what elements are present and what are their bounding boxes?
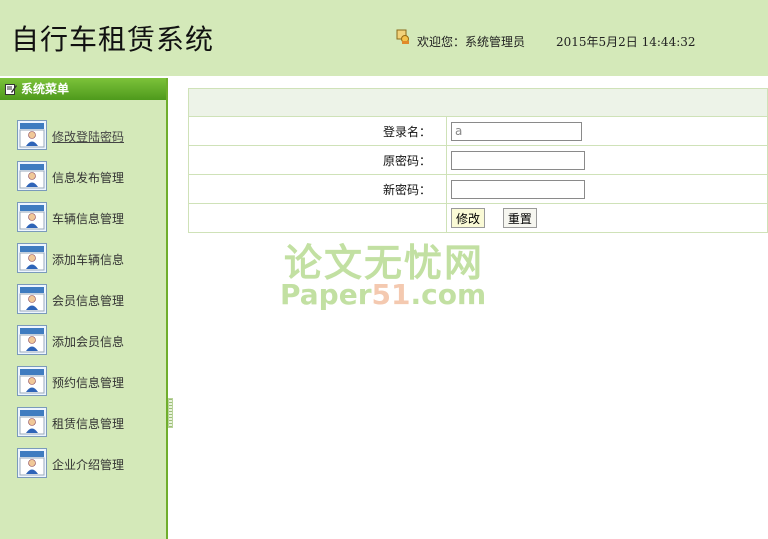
edit-icon bbox=[5, 84, 17, 95]
login-name-label: 登录名： bbox=[188, 116, 447, 146]
sidebar-item-label[interactable]: 添加车辆信息 bbox=[52, 251, 124, 268]
sidebar-title-label: 系统菜单 bbox=[21, 82, 70, 96]
sidebar: 系统菜单 修改登陆密码 信息发布管理 车辆信息管理 添加车辆信息 会员信息管理 添加会员信… bbox=[0, 78, 168, 539]
main-content: 登录名： 原密码： 新密码： 修改 重置 bbox=[188, 88, 768, 233]
user-card-icon bbox=[17, 366, 47, 396]
sidebar-item-label[interactable]: 预约信息管理 bbox=[52, 374, 124, 391]
user-card-icon bbox=[17, 120, 47, 150]
old-password-input[interactable] bbox=[451, 150, 585, 170]
new-password-label: 新密码： bbox=[188, 174, 447, 204]
sidebar-item-label[interactable]: 修改登陆密码 bbox=[52, 128, 124, 145]
form-row-login: 登录名： bbox=[188, 116, 768, 146]
watermark: 论文无忧网 Paper51.com bbox=[280, 232, 490, 312]
sidebar-title: 系统菜单 bbox=[0, 78, 166, 100]
sidebar-item[interactable]: 添加车辆信息 bbox=[0, 241, 166, 282]
reset-button[interactable]: 重置 bbox=[502, 208, 537, 228]
header: 自行车租赁系统 欢迎您：系统管理员 2015年5月2日 14:44:32 bbox=[0, 0, 768, 76]
sidebar-item-label[interactable]: 会员信息管理 bbox=[52, 292, 124, 309]
watermark-cn: 论文无忧网 bbox=[284, 241, 485, 285]
submit-button[interactable]: 修改 bbox=[451, 208, 486, 228]
user-icon bbox=[396, 29, 409, 44]
sidebar-item[interactable]: 添加会员信息 bbox=[0, 323, 166, 364]
splitter-grip[interactable] bbox=[168, 398, 173, 428]
sidebar-item[interactable]: 企业介绍管理 bbox=[0, 446, 166, 487]
form-row-new-password: 新密码： bbox=[188, 174, 768, 204]
sidebar-item[interactable]: 信息发布管理 bbox=[0, 159, 166, 200]
watermark-en: Paper51.com bbox=[280, 278, 486, 311]
sidebar-item-label[interactable]: 添加会员信息 bbox=[52, 333, 124, 350]
watermark-en-prefix: Paper bbox=[280, 278, 372, 311]
sidebar-item[interactable]: 预约信息管理 bbox=[0, 364, 166, 405]
form-row-old-password: 原密码： bbox=[188, 145, 768, 175]
user-card-icon bbox=[17, 284, 47, 314]
form-row-actions: 修改 重置 bbox=[188, 203, 768, 233]
user-card-icon bbox=[17, 407, 47, 437]
sidebar-item-label[interactable]: 租赁信息管理 bbox=[52, 415, 124, 432]
form-header-row bbox=[188, 88, 768, 117]
user-card-icon bbox=[17, 325, 47, 355]
change-password-form: 登录名： 原密码： 新密码： 修改 重置 bbox=[188, 88, 768, 233]
sidebar-item[interactable]: 会员信息管理 bbox=[0, 282, 166, 323]
user-card-icon bbox=[17, 161, 47, 191]
user-card-icon bbox=[17, 448, 47, 478]
welcome-text: 欢迎您：系统管理员 bbox=[417, 35, 526, 49]
watermark-en-suffix: .com bbox=[410, 278, 487, 311]
sidebar-item[interactable]: 车辆信息管理 bbox=[0, 200, 166, 241]
sidebar-menu: 修改登陆密码 信息发布管理 车辆信息管理 添加车辆信息 会员信息管理 添加会员信息 预约信息… bbox=[0, 118, 166, 487]
splitter[interactable] bbox=[168, 78, 174, 539]
datetime: 2015年5月2日 14:44:32 bbox=[556, 35, 696, 49]
login-name-input[interactable] bbox=[451, 121, 582, 141]
user-card-icon bbox=[17, 202, 47, 232]
new-password-input[interactable] bbox=[451, 179, 585, 199]
sidebar-item-label[interactable]: 企业介绍管理 bbox=[52, 456, 124, 473]
user-card-icon bbox=[17, 243, 47, 273]
sidebar-item[interactable]: 租赁信息管理 bbox=[0, 405, 166, 446]
sidebar-item[interactable]: 修改登陆密码 bbox=[0, 118, 166, 159]
watermark-en-highlight: 51 bbox=[371, 278, 411, 311]
sidebar-item-label[interactable]: 车辆信息管理 bbox=[52, 210, 124, 227]
old-password-label: 原密码： bbox=[188, 145, 447, 175]
app-title: 自行车租赁系统 bbox=[11, 23, 215, 56]
sidebar-item-label[interactable]: 信息发布管理 bbox=[52, 169, 124, 186]
